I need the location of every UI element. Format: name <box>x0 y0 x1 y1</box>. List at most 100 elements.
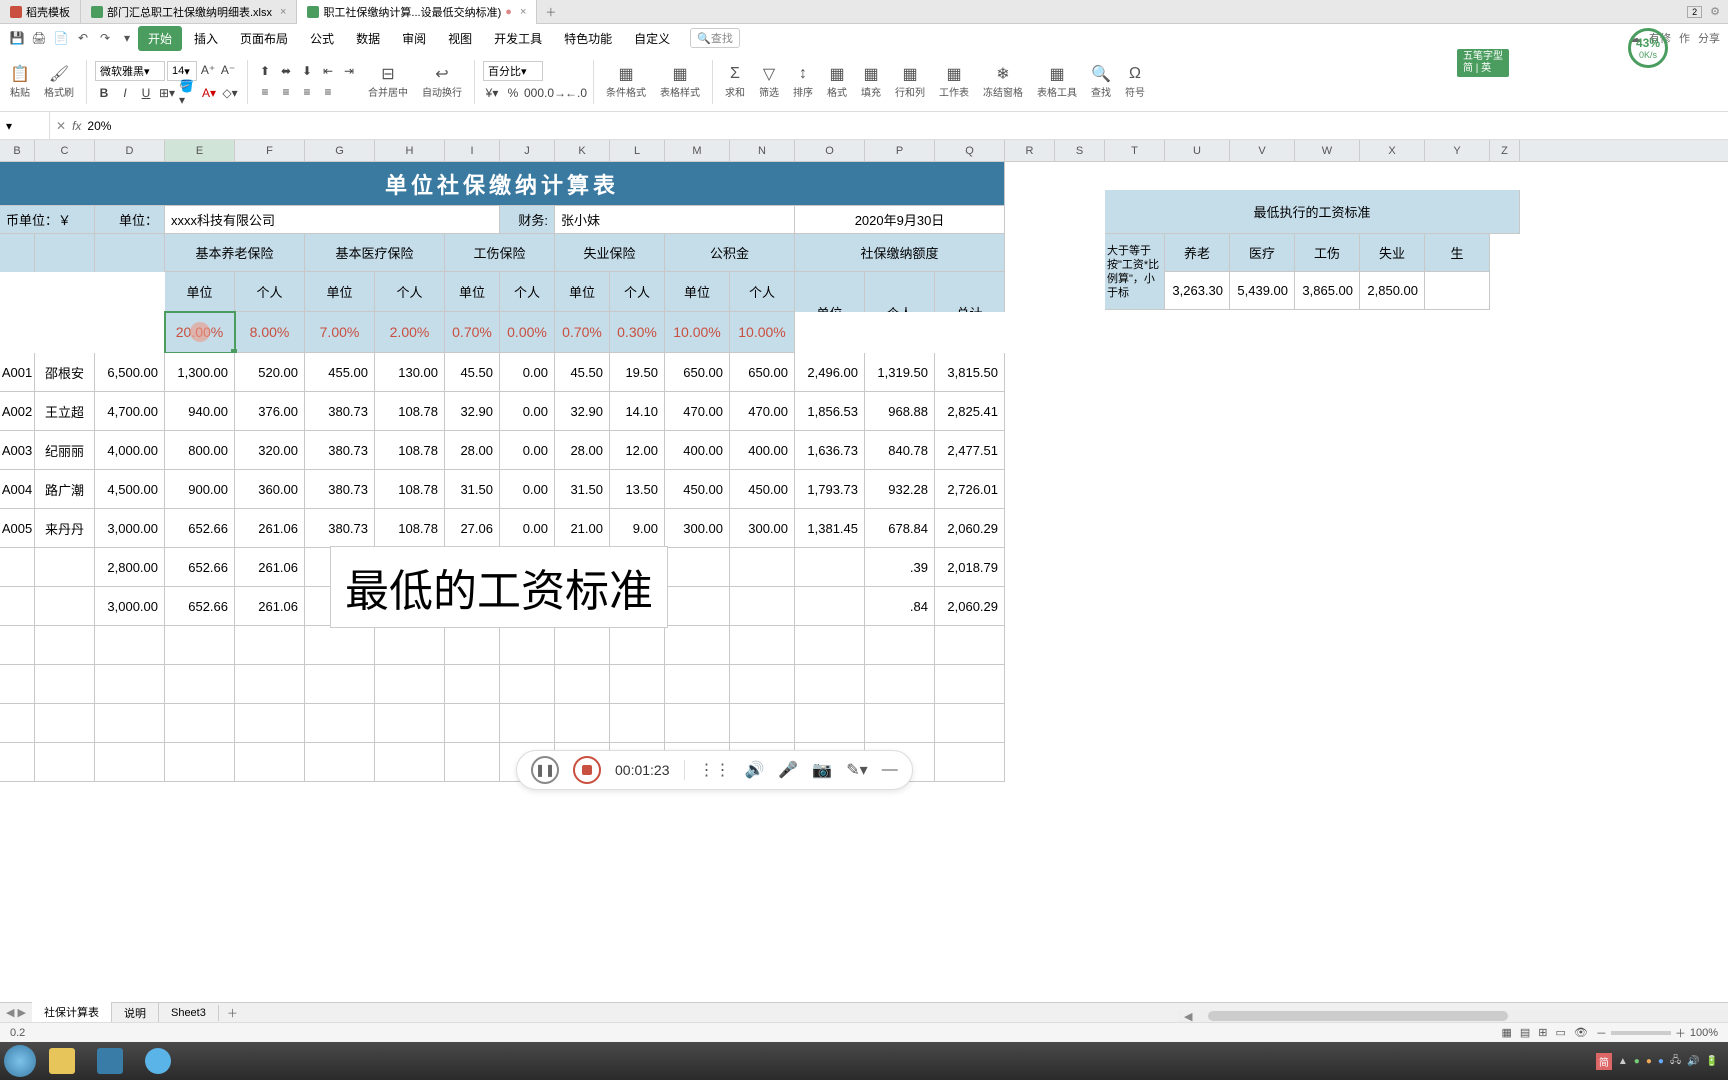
col-header-M[interactable]: M <box>665 140 730 161</box>
tray-icon[interactable]: ▲ <box>1618 1056 1628 1067</box>
mic-icon[interactable]: 🎤 <box>778 760 798 780</box>
eye-icon[interactable]: 👁 <box>1574 1026 1588 1039</box>
zoom-control[interactable]: － ＋ 100% <box>1596 1025 1718 1041</box>
col-header-P[interactable]: P <box>865 140 935 161</box>
ime-indicator[interactable]: 五笔字型简 | 英 <box>1457 49 1509 77</box>
tray-icon[interactable]: ● <box>1634 1056 1640 1067</box>
col-header-I[interactable]: I <box>445 140 500 161</box>
tray-battery-icon[interactable]: 🔋 <box>1706 1056 1718 1067</box>
percent-icon[interactable]: % <box>504 84 522 102</box>
tab-calc-xlsx[interactable]: 职工社保缴纳计算...设最低交纳标准)●× <box>297 0 537 24</box>
cancel-icon[interactable]: ✕ <box>56 119 66 133</box>
indent-left-icon[interactable]: ⇤ <box>319 62 337 80</box>
find-button[interactable]: 🔍查找 <box>1091 64 1111 99</box>
col-header-W[interactable]: W <box>1295 140 1360 161</box>
tray-icon[interactable]: ● <box>1658 1056 1664 1067</box>
sheet-nav-icon[interactable]: ◀ ▶ <box>0 1006 32 1019</box>
align-right-icon[interactable]: ≡ <box>298 83 316 101</box>
underline-button[interactable]: U <box>137 84 155 102</box>
pause-button[interactable]: ❚❚ <box>531 756 559 784</box>
col-header-U[interactable]: U <box>1165 140 1230 161</box>
freeze-button[interactable]: ❄冻结窗格 <box>983 64 1023 99</box>
col-header-N[interactable]: N <box>730 140 795 161</box>
view-read-icon[interactable]: ▭ <box>1555 1026 1565 1039</box>
merge-button[interactable]: ⊟合并居中 <box>368 64 408 99</box>
view-normal-icon[interactable]: ▦ <box>1501 1026 1511 1039</box>
conditional-format-button[interactable]: ▦条件格式 <box>606 64 646 99</box>
system-tray[interactable]: 简 ▲ ● ● ● 🖧 🔊 🔋 <box>1596 1053 1724 1070</box>
volume-icon[interactable]: 🔊 <box>745 760 765 780</box>
search-input[interactable]: 🔍 查找 <box>690 28 740 48</box>
font-size-select[interactable]: 14 ▾ <box>167 61 197 81</box>
col-header-D[interactable]: D <box>95 140 165 161</box>
view-page-icon[interactable]: ▤ <box>1520 1026 1530 1039</box>
minimize-icon[interactable]: — <box>882 761 898 779</box>
pen-icon[interactable]: ✎▾ <box>846 760 867 780</box>
increase-font-icon[interactable]: A⁺ <box>199 61 217 79</box>
bold-button[interactable]: B <box>95 84 113 102</box>
format-button[interactable]: ▦格式 <box>827 64 847 99</box>
dropdown-icon[interactable]: ▾ <box>118 29 136 47</box>
align-bottom-icon[interactable]: ⬇ <box>298 62 316 80</box>
tab-template[interactable]: 稻壳模板 <box>0 0 81 24</box>
col-header-S[interactable]: S <box>1055 140 1105 161</box>
formula-input[interactable]: 20% <box>87 119 111 133</box>
format-painter-button[interactable]: 🖌格式刷 <box>44 64 74 99</box>
menu-data[interactable]: 数据 <box>346 26 390 51</box>
column-headers[interactable]: BCDEFGHIJKLMNOPQRSTUVWXYZ <box>0 140 1728 162</box>
zoom-in-icon[interactable]: ＋ <box>1675 1025 1686 1041</box>
italic-button[interactable]: I <box>116 84 134 102</box>
col-header-B[interactable]: B <box>0 140 35 161</box>
print-icon[interactable]: 🖨 <box>30 29 48 47</box>
menu-start[interactable]: 开始 <box>138 26 182 51</box>
fill-button[interactable]: ▦填充 <box>861 64 881 99</box>
menu-devtools[interactable]: 开发工具 <box>484 26 552 51</box>
menu-insert[interactable]: 插入 <box>184 26 228 51</box>
table-style-button[interactable]: ▦表格样式 <box>660 64 700 99</box>
preview-icon[interactable]: 📄 <box>52 29 70 47</box>
share-label[interactable]: 分享 <box>1698 30 1720 46</box>
col-header-H[interactable]: H <box>375 140 445 161</box>
align-center-icon[interactable]: ≡ <box>277 83 295 101</box>
menu-features[interactable]: 特色功能 <box>554 26 622 51</box>
border-button[interactable]: ⊞▾ <box>158 84 176 102</box>
col-header-C[interactable]: C <box>35 140 95 161</box>
view-break-icon[interactable]: ⊞ <box>1538 1026 1547 1039</box>
wrap-button[interactable]: ↩自动换行 <box>422 64 462 99</box>
sheet-button[interactable]: ▦工作表 <box>939 64 969 99</box>
align-left-icon[interactable]: ≡ <box>256 83 274 101</box>
col-header-X[interactable]: X <box>1360 140 1425 161</box>
filter-button[interactable]: ▽筛选 <box>759 64 779 99</box>
menu-formula[interactable]: 公式 <box>300 26 344 51</box>
close-icon[interactable]: × <box>280 6 286 18</box>
sheet-tab-3[interactable]: Sheet3 <box>159 1005 219 1021</box>
font-color-button[interactable]: A▾ <box>200 84 218 102</box>
grip-icon[interactable]: ⋮⋮ <box>699 760 731 780</box>
currency-icon[interactable]: ¥▾ <box>483 84 501 102</box>
col-header-E[interactable]: E <box>165 140 235 161</box>
sort-button[interactable]: ↕排序 <box>793 64 813 99</box>
add-sheet-button[interactable]: ＋ <box>219 1005 246 1021</box>
menu-layout[interactable]: 页面布局 <box>230 26 298 51</box>
col-header-F[interactable]: F <box>235 140 305 161</box>
menu-review[interactable]: 审阅 <box>392 26 436 51</box>
font-name-select[interactable]: 微软雅黑 ▾ <box>95 61 165 81</box>
col-header-L[interactable]: L <box>610 140 665 161</box>
tray-volume-icon[interactable]: 🔊 <box>1687 1056 1699 1067</box>
menu-custom[interactable]: 自定义 <box>624 26 680 51</box>
taskbar-recorder[interactable] <box>136 1045 180 1077</box>
col-header-Y[interactable]: Y <box>1425 140 1490 161</box>
close-icon[interactable]: × <box>520 6 526 18</box>
decrease-font-icon[interactable]: A⁻ <box>219 61 237 79</box>
increase-decimal-icon[interactable]: .0→ <box>546 84 564 102</box>
align-middle-icon[interactable]: ⬌ <box>277 62 295 80</box>
sum-button[interactable]: Σ求和 <box>725 64 745 99</box>
tray-ime-icon[interactable]: 简 <box>1596 1053 1612 1070</box>
horizontal-scrollbar[interactable]: ◀ <box>1178 1010 1728 1022</box>
start-button[interactable] <box>4 1045 36 1077</box>
col-header-Z[interactable]: Z <box>1490 140 1520 161</box>
zoom-out-icon[interactable]: － <box>1596 1025 1607 1041</box>
collab-label[interactable]: 作 <box>1679 30 1690 46</box>
col-header-T[interactable]: T <box>1105 140 1165 161</box>
undo-icon[interactable]: ↶ <box>74 29 92 47</box>
